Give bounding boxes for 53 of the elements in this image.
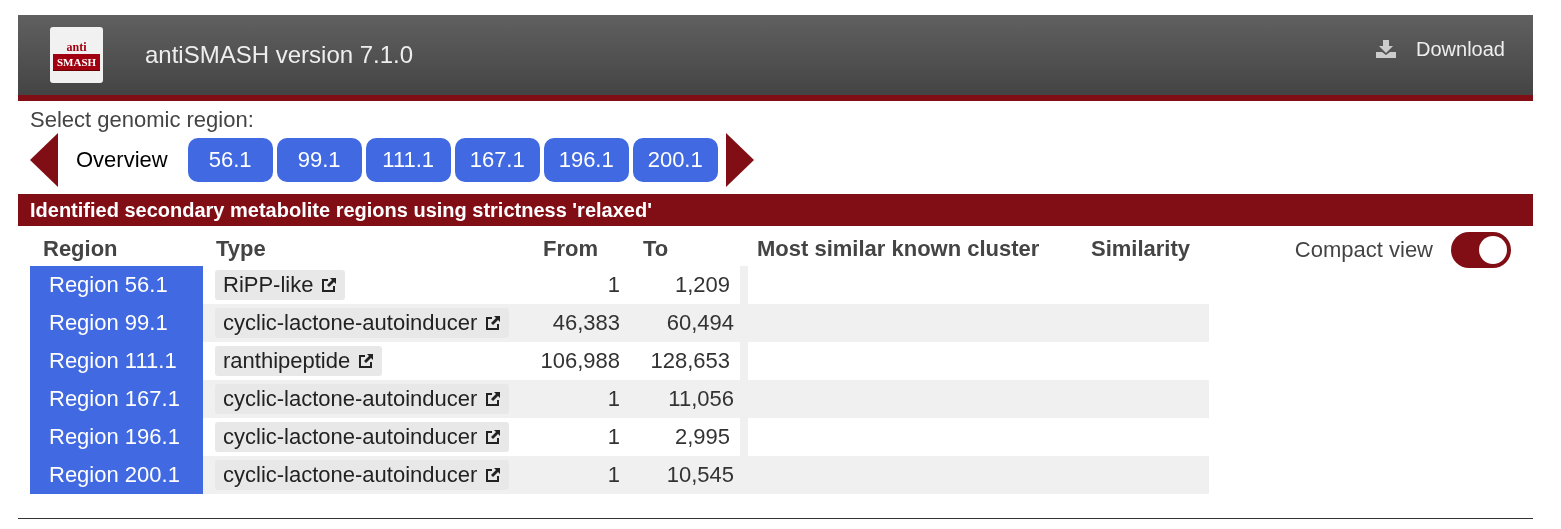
- region-link[interactable]: Region 111.1: [30, 342, 203, 380]
- region-link[interactable]: Region 200.1: [30, 456, 203, 494]
- external-link-icon: [485, 315, 502, 331]
- table-cell: 60,494: [630, 304, 744, 342]
- type-link[interactable]: cyclic-lactone-autoinducer: [215, 422, 510, 452]
- table-cell: 46,383: [530, 304, 630, 342]
- column-header: From: [542, 235, 599, 263]
- type-link[interactable]: cyclic-lactone-autoinducer: [215, 384, 510, 414]
- previous-arrow[interactable]: [30, 133, 58, 187]
- compact-view-toggle[interactable]: [1451, 232, 1511, 268]
- external-link-icon: [358, 353, 375, 369]
- section-title: Identified secondary metabolite regions using strictness 'relaxed': [18, 194, 1533, 226]
- column-header: Type: [203, 234, 530, 266]
- region-select-label: Select genomic region:: [30, 107, 255, 133]
- table-cell: 11,056: [630, 380, 744, 418]
- download-link[interactable]: Download: [1376, 37, 1505, 61]
- type-link[interactable]: cyclic-lactone-autoinducer: [215, 460, 510, 490]
- region-link[interactable]: Region 99.1: [30, 304, 203, 342]
- region-tab[interactable]: Overview: [62, 147, 184, 173]
- column-header: Most similar known cluster: [744, 234, 1078, 266]
- table-cell: 128,653: [630, 342, 744, 380]
- table-cell: 1: [530, 266, 630, 304]
- external-link-icon: [485, 391, 502, 407]
- logo: anti SMASH: [50, 27, 103, 83]
- region-link[interactable]: Region 56.1: [30, 266, 203, 304]
- region-button[interactable]: 111.1: [365, 138, 451, 182]
- type-link[interactable]: ranthipeptide: [215, 346, 383, 376]
- region-button[interactable]: 200.1: [632, 138, 718, 182]
- table-cell: 2,995: [630, 418, 744, 456]
- table-cell: 1: [530, 380, 630, 418]
- table-cell: 1: [530, 456, 630, 494]
- table-cell: 10,545: [630, 456, 744, 494]
- app-title: antiSMASH version 7.1.0: [145, 41, 415, 69]
- table-cell: 1,209: [630, 266, 744, 304]
- column-header: Similarity: [1090, 235, 1192, 263]
- external-link-icon: [321, 277, 338, 293]
- region-button[interactable]: 56.1: [187, 138, 273, 182]
- column-header: Region: [30, 234, 203, 266]
- column-header: To: [630, 234, 744, 266]
- compact-view-label: Compact view: [1294, 237, 1433, 263]
- download-icon: [1376, 40, 1397, 58]
- table-cell: 1: [530, 418, 630, 456]
- region-button[interactable]: 99.1: [276, 138, 362, 182]
- region-link[interactable]: Region 167.1: [30, 380, 203, 418]
- type-link[interactable]: cyclic-lactone-autoinducer: [215, 308, 510, 338]
- table-cell: 106,988: [530, 342, 630, 380]
- region-button[interactable]: 167.1: [454, 138, 540, 182]
- region-link[interactable]: Region 196.1: [30, 418, 203, 456]
- external-link-icon: [485, 467, 502, 483]
- external-link-icon: [485, 429, 502, 445]
- type-link[interactable]: RiPP-like: [215, 270, 346, 300]
- region-button[interactable]: 196.1: [543, 138, 629, 182]
- next-arrow[interactable]: [725, 133, 754, 187]
